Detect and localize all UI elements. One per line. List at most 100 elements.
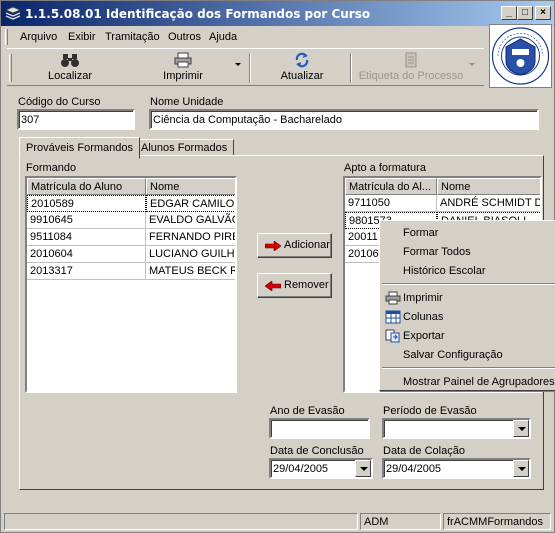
toolbar-separator — [350, 53, 352, 83]
localizar-button[interactable]: Localizar — [37, 51, 103, 85]
etiqueta-processo-button[interactable]: Etiqueta do Processo — [357, 51, 465, 85]
window-title: 1.1.5.08.01 Identificação dos Formandos … — [25, 7, 371, 21]
adicionar-button[interactable]: Adicionar — [257, 233, 332, 258]
periodo-evasao-label: Período de Evasão — [383, 405, 477, 417]
chevron-down-icon[interactable] — [513, 420, 529, 437]
etiqueta-label: Etiqueta do Processo — [358, 70, 464, 82]
status-user: ADM — [360, 513, 441, 530]
cell-nome: MATEUS BECK R — [146, 263, 235, 280]
tab-provaveis-formandos[interactable]: Prováveis Formandos — [19, 137, 140, 159]
cell-matricula: 9910645 — [27, 212, 146, 229]
refresh-icon — [295, 52, 309, 68]
imprimir-dropdown-arrow-icon[interactable] — [235, 63, 241, 66]
main-window: 1.1.5.08.01 Identificação dos Formandos … — [0, 0, 555, 533]
cell-nome: EDGAR CAMILO V — [146, 195, 235, 212]
menu-item-label: Imprimir — [403, 292, 443, 304]
periodo-evasao-select[interactable] — [382, 418, 531, 439]
menu-arquivo[interactable]: Arquivo — [20, 31, 57, 43]
formando-grid[interactable]: Matrícula do Aluno Nome 2010589 EDGAR CA… — [25, 176, 237, 393]
nome-unidade-field[interactable]: Ciência da Computação - Bacharelado — [149, 109, 539, 130]
maximize-icon: □ — [521, 7, 529, 18]
context-menu-painel-agrupadores[interactable]: Mostrar Painel de Agrupadores — [382, 373, 555, 391]
menu-tramitacao[interactable]: Tramitação — [105, 31, 160, 43]
table-row[interactable]: 9910645 EVALDO GALVÃO — [27, 212, 235, 229]
table-row[interactable]: 2010589 EDGAR CAMILO V — [27, 195, 235, 212]
menu-item-label: Colunas — [403, 311, 444, 323]
arrow-right-icon — [265, 241, 281, 251]
remover-button[interactable]: Remover — [257, 273, 332, 298]
table-row[interactable]: 2010604 LUCIANO GUILHE — [27, 246, 235, 263]
grid-header: Matrícula do Al... Nome — [345, 178, 540, 195]
column-header-nome[interactable]: Nome — [437, 178, 540, 195]
table-row[interactable]: 2013317 MATEUS BECK R — [27, 263, 235, 280]
imprimir-button[interactable]: Imprimir — [150, 51, 216, 85]
menu-separator — [382, 283, 555, 285]
data-conclusao-picker[interactable]: 29/04/2005 — [269, 458, 373, 479]
menu-item-label: Exportar — [403, 330, 445, 342]
toolbar-separator — [249, 53, 251, 83]
data-colacao-value: 29/04/2005 — [386, 463, 442, 475]
binoculars-icon — [61, 54, 79, 67]
context-menu-formar[interactable]: Formar — [382, 224, 555, 242]
menu-exibir[interactable]: Exibir — [68, 31, 96, 43]
menu-bar: Arquivo Exibir Tramitação Outros Ajuda — [1, 26, 486, 48]
ano-evasao-field[interactable] — [269, 418, 370, 439]
atualizar-button[interactable]: Atualizar — [269, 51, 335, 85]
tab-alunos-formados[interactable]: Alunos Formados — [134, 139, 235, 156]
printer-icon — [385, 291, 401, 305]
seal-emblem-icon — [491, 27, 550, 85]
grid-header: Matrícula do Aluno Nome — [27, 178, 235, 195]
menu-outros[interactable]: Outros — [168, 31, 201, 43]
context-menu-formar-todos[interactable]: Formar Todos — [382, 243, 555, 261]
arrow-left-icon — [265, 281, 281, 291]
cell-matricula: 2010604 — [27, 246, 146, 263]
cell-nome: LUCIANO GUILHE — [146, 246, 235, 263]
context-menu-salvar-configuracao[interactable]: Salvar Configuração — [382, 346, 555, 364]
toolbar: Localizar Imprimir Atualizar Etiqueta do… — [7, 48, 484, 86]
cell-nome: FERNANDO PIRE — [146, 229, 235, 246]
nome-unidade-label: Nome Unidade — [150, 96, 224, 108]
menu-ajuda[interactable]: Ajuda — [209, 31, 237, 43]
imprimir-label: Imprimir — [163, 70, 203, 82]
table-row[interactable]: 9511084 FERNANDO PIRE — [27, 229, 235, 246]
context-menu-imprimir[interactable]: Imprimir — [382, 289, 555, 307]
cell-matricula: 2013317 — [27, 263, 146, 280]
menu-item-label: Salvar Configuração — [403, 349, 503, 361]
column-header-matricula[interactable]: Matrícula do Al... — [345, 178, 437, 195]
context-menu-colunas[interactable]: Colunas — [382, 308, 555, 326]
cell-nome: ANDRÉ SCHMIDT D — [437, 195, 540, 212]
data-conclusao-value: 29/04/2005 — [273, 463, 329, 475]
minimize-button[interactable]: _ — [501, 6, 517, 20]
cell-nome: EVALDO GALVÃO — [146, 212, 235, 229]
adicionar-label: Adicionar — [284, 239, 330, 251]
context-menu-historico-escolar[interactable]: Histórico Escolar — [382, 262, 555, 280]
apto-formatura-label: Apto a formatura — [344, 162, 426, 174]
remover-label: Remover — [284, 279, 329, 291]
data-colacao-label: Data de Colação — [383, 445, 465, 457]
codigo-curso-field[interactable]: 307 — [17, 109, 135, 130]
document-icon — [405, 52, 417, 68]
menu-item-label: Formar — [403, 227, 439, 239]
etiqueta-dropdown-arrow-icon[interactable] — [469, 63, 475, 66]
chevron-down-icon[interactable] — [355, 460, 371, 477]
table-row[interactable]: 9711050 ANDRÉ SCHMIDT D — [345, 195, 540, 212]
chevron-down-icon[interactable] — [513, 460, 529, 477]
export-icon — [385, 329, 400, 343]
localizar-label: Localizar — [47, 70, 93, 82]
title-bar[interactable]: 1.1.5.08.01 Identificação dos Formandos … — [1, 1, 554, 26]
app-icon[interactable] — [5, 6, 21, 20]
column-header-nome[interactable]: Nome — [146, 178, 235, 195]
close-button[interactable]: × — [535, 6, 551, 20]
context-menu-exportar[interactable]: Exportar — [382, 327, 555, 345]
data-colacao-picker[interactable]: 29/04/2005 — [382, 458, 531, 479]
column-header-matricula[interactable]: Matrícula do Aluno — [27, 178, 146, 195]
status-form-name: frACMMFormandos — [443, 513, 551, 530]
maximize-button[interactable]: □ — [517, 6, 533, 20]
minimize-icon: _ — [506, 7, 512, 18]
menu-grip[interactable] — [5, 29, 8, 45]
data-conclusao-label: Data de Conclusão — [270, 445, 364, 457]
cell-matricula: 9511084 — [27, 229, 146, 246]
codigo-curso-label: Código do Curso — [18, 96, 101, 108]
printer-icon — [174, 52, 192, 68]
toolbar-grip[interactable] — [9, 54, 12, 82]
